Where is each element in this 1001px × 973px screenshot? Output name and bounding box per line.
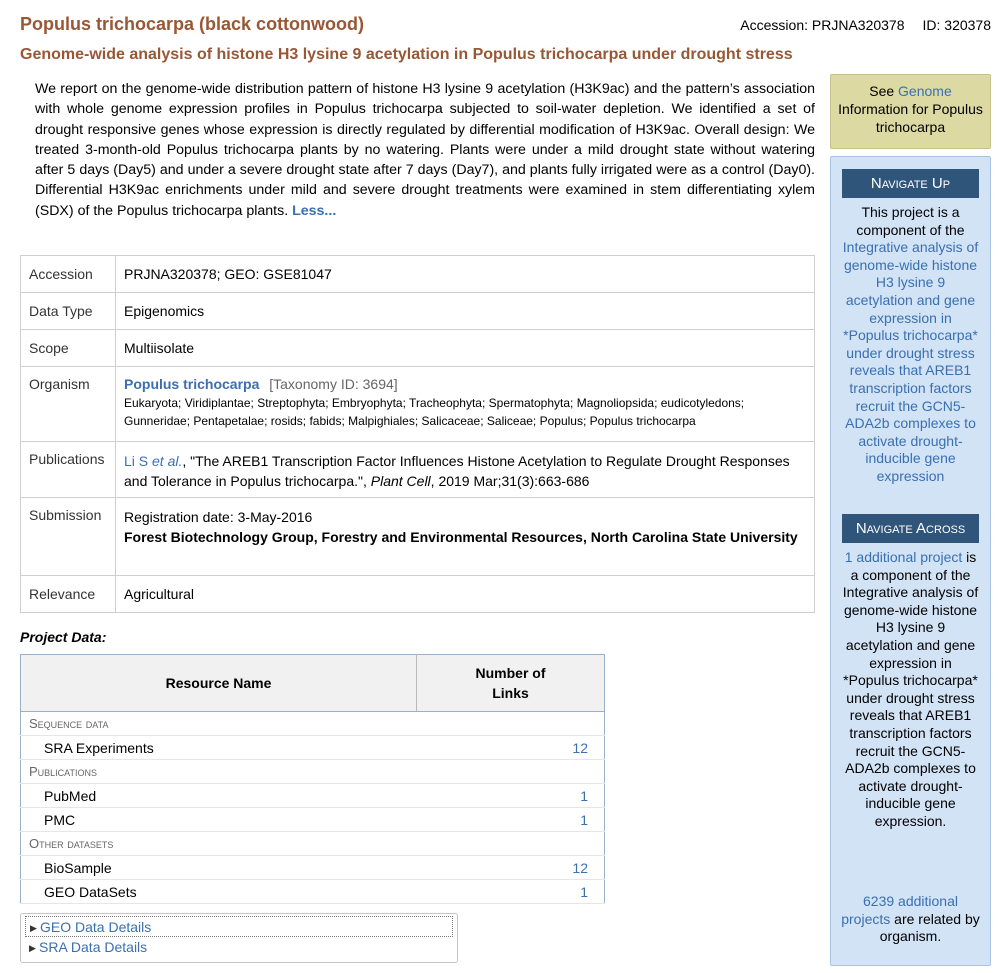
registration-date: Registration date: 3-May-2016 bbox=[124, 509, 313, 525]
project-data-table: Resource Name Number of Links Sequence d… bbox=[20, 654, 605, 904]
project-subtitle: Genome-wide analysis of histone H3 lysin… bbox=[20, 46, 793, 63]
triangle-right-icon: ▶ bbox=[29, 943, 36, 953]
sra-data-details-toggle[interactable]: ▶ SRA Data Details bbox=[25, 937, 453, 958]
links-header: Number of Links bbox=[416, 654, 605, 712]
publication-authors-link[interactable]: Li S et al. bbox=[124, 453, 182, 469]
resource-sra-experiments: SRA Experiments bbox=[20, 735, 417, 760]
relevance-value: Agricultural bbox=[115, 575, 815, 613]
resource-biosample: BioSample bbox=[20, 855, 417, 880]
organism-value: Populus trichocarpa [Taxonomy ID: 3694] … bbox=[115, 366, 815, 442]
organism-link[interactable]: Populus trichocarpa bbox=[124, 376, 259, 392]
biosample-count-link[interactable]: 12 bbox=[572, 860, 588, 876]
scope-value: Multiisolate bbox=[115, 329, 815, 367]
navigation-sidebar: Navigate Up This project is a component … bbox=[830, 156, 991, 966]
resource-pubmed: PubMed bbox=[20, 783, 417, 808]
publications-key: Publications bbox=[20, 441, 116, 498]
genome-info-text: Information for Populus trichocarpa bbox=[838, 101, 983, 135]
scope-key: Scope bbox=[20, 329, 116, 367]
submitter-org: Forest Biotechnology Group, Forestry and… bbox=[124, 529, 798, 545]
submission-key: Submission bbox=[20, 497, 116, 576]
pmc-count-link[interactable]: 1 bbox=[580, 812, 588, 828]
accession-key: Accession bbox=[20, 255, 116, 293]
accession-label: Accession: PRJNA320378 bbox=[740, 17, 905, 33]
navigate-across-body: 1 additional project is a component of t… bbox=[842, 549, 979, 829]
section-publications: Publications bbox=[20, 759, 605, 784]
genome-info-box: See Genome Information for Populus trich… bbox=[830, 74, 991, 149]
geo-datasets-count-link[interactable]: 1 bbox=[580, 884, 588, 900]
resource-name-header: Resource Name bbox=[20, 654, 417, 712]
resource-geo-datasets: GEO DataSets bbox=[20, 879, 417, 904]
abstract-text: We report on the genome-wide distributio… bbox=[35, 81, 815, 219]
resource-pmc: PMC bbox=[20, 807, 417, 832]
table-row[interactable]: BioSample 12 bbox=[20, 855, 605, 880]
less-link[interactable]: Less... bbox=[292, 203, 336, 219]
datatype-value: Epigenomics bbox=[115, 292, 815, 330]
section-other-datasets: Other datasets bbox=[20, 831, 605, 856]
table-row[interactable]: SRA Experiments 12 bbox=[20, 735, 605, 760]
additional-project-link[interactable]: 1 additional project bbox=[845, 549, 963, 565]
page-title: Populus trichocarpa (black cottonwood) bbox=[20, 14, 365, 34]
relevance-key: Relevance bbox=[20, 575, 116, 613]
table-row[interactable]: GEO DataSets 1 bbox=[20, 879, 605, 904]
genome-link[interactable]: Genome bbox=[898, 83, 952, 99]
project-info-table: Accession PRJNA320378; GEO: GSE81047 Dat… bbox=[20, 255, 815, 613]
publication-citation: Li S et al., "The AREB1 Transcription Fa… bbox=[115, 441, 815, 498]
data-details-box: ▶ GEO Data Details ▶ SRA Data Details bbox=[20, 913, 458, 963]
navigate-up-body: This project is a component of the Integ… bbox=[842, 204, 979, 484]
sra-experiments-count-link[interactable]: 12 bbox=[572, 740, 588, 756]
parent-project-link[interactable]: Integrative analysis of genome-wide hist… bbox=[843, 239, 978, 484]
triangle-right-icon: ▶ bbox=[30, 923, 37, 933]
table-row[interactable]: PMC 1 bbox=[20, 807, 605, 832]
accession-id-header: Accession: PRJNA320378 ID: 320378 bbox=[740, 17, 991, 33]
accession-value: PRJNA320378; GEO: GSE81047 bbox=[115, 255, 815, 293]
taxonomy-id: [Taxonomy ID: 3694] bbox=[269, 376, 398, 392]
id-label: ID: 320378 bbox=[922, 17, 992, 33]
datatype-key: Data Type bbox=[20, 292, 116, 330]
navigate-up-header: Navigate Up bbox=[842, 169, 979, 198]
section-sequence-data: Sequence data bbox=[20, 711, 605, 736]
organism-key: Organism bbox=[20, 366, 116, 442]
related-projects: 6239 additional projects are related by … bbox=[841, 893, 980, 945]
pubmed-count-link[interactable]: 1 bbox=[580, 788, 588, 804]
geo-data-details-toggle[interactable]: ▶ GEO Data Details bbox=[25, 916, 453, 937]
project-data-label: Project Data: bbox=[20, 629, 107, 645]
submission-value: Registration date: 3-May-2016 Forest Bio… bbox=[115, 497, 815, 576]
organism-lineage: Eukaryota; Viridiplantae; Streptophyta; … bbox=[124, 396, 745, 428]
table-row[interactable]: PubMed 1 bbox=[20, 783, 605, 808]
navigate-across-header: Navigate Across bbox=[842, 514, 979, 543]
abstract: We report on the genome-wide distributio… bbox=[35, 79, 815, 221]
